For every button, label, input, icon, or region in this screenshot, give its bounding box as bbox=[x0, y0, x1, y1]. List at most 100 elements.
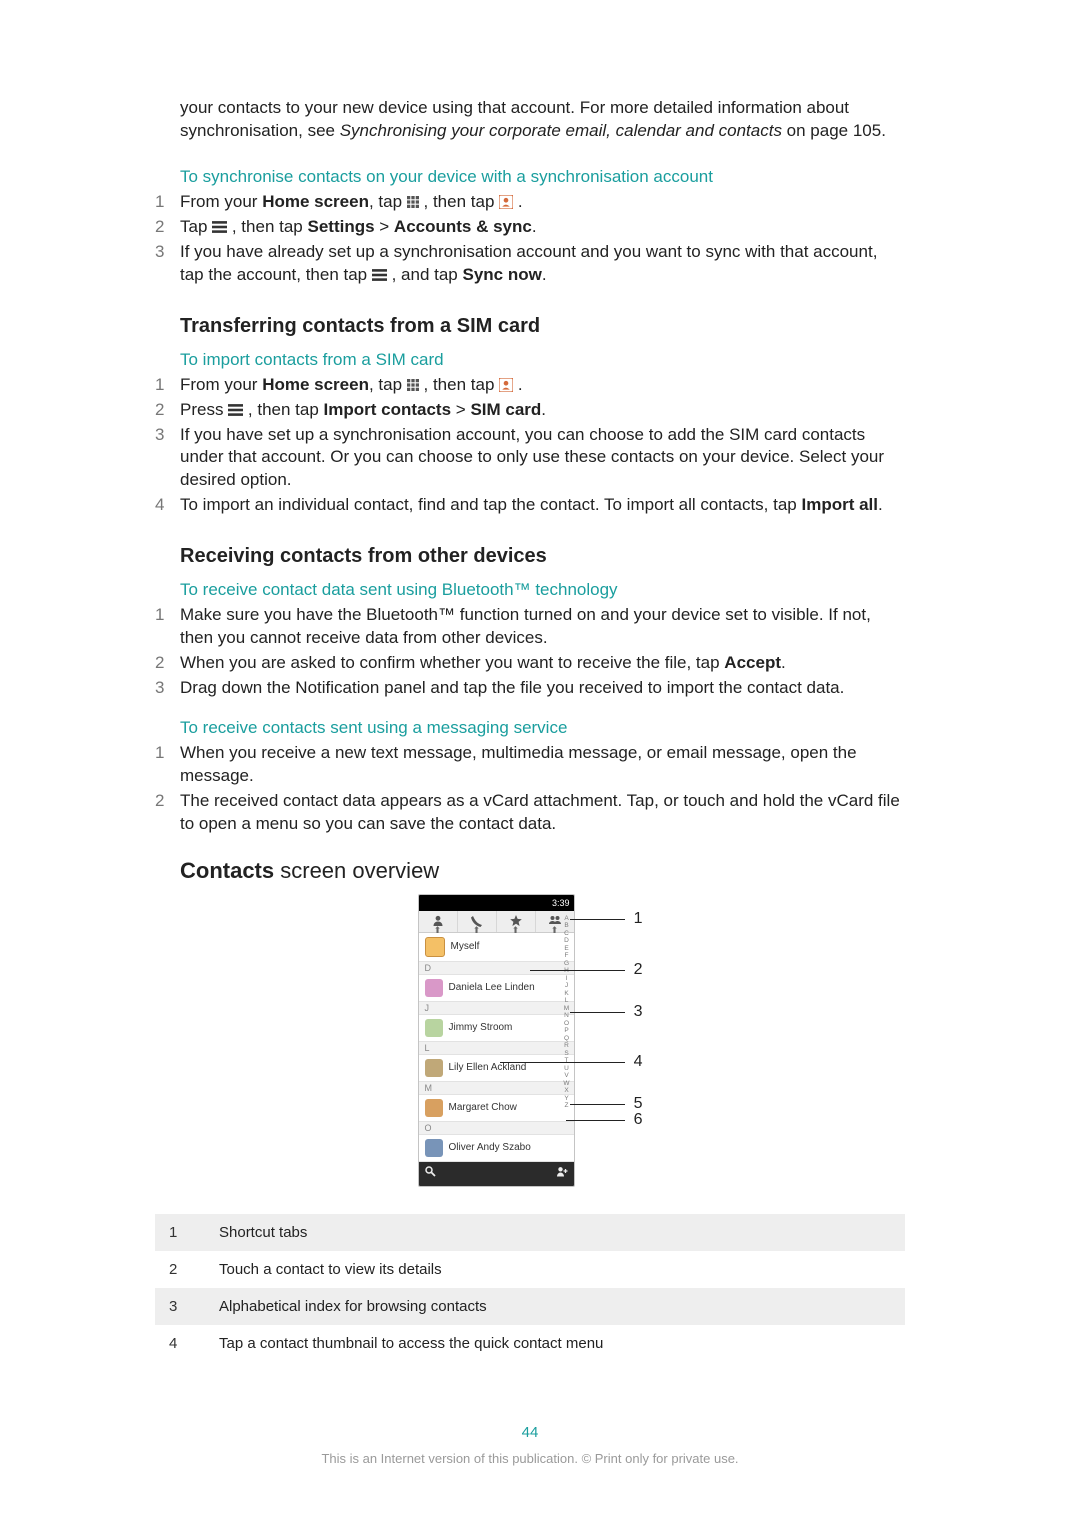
step-number: 2 bbox=[155, 399, 180, 422]
step-number: 2 bbox=[155, 652, 180, 675]
callout-line bbox=[570, 919, 625, 920]
step-number: 2 bbox=[155, 216, 180, 239]
step-item: 3If you have already set up a synchronis… bbox=[155, 241, 905, 287]
sync-subheading: To synchronise contacts on your device w… bbox=[180, 167, 905, 187]
step-number: 1 bbox=[155, 374, 180, 397]
overview-legend-table: 1Shortcut tabs2Touch a contact to view i… bbox=[155, 1214, 905, 1362]
step-number: 2 bbox=[155, 790, 180, 813]
legend-row: 3Alphabetical index for browsing contact… bbox=[155, 1288, 905, 1325]
callout-line bbox=[530, 970, 625, 971]
legend-row: 1Shortcut tabs bbox=[155, 1214, 905, 1251]
step-item: 1Make sure you have the Bluetooth™ funct… bbox=[155, 604, 905, 650]
document-page: your contacts to your new device using t… bbox=[0, 0, 1080, 1527]
phone-tab-fav[interactable]: ⬆ bbox=[497, 911, 536, 932]
phone-tab-call[interactable]: ⬆ bbox=[458, 911, 497, 932]
step-number: 1 bbox=[155, 191, 180, 214]
step-text: Make sure you have the Bluetooth™ functi… bbox=[180, 604, 905, 650]
callout-number: 4 bbox=[634, 1053, 643, 1071]
phone-contact-row[interactable]: Margaret Chow bbox=[419, 1095, 574, 1122]
step-text: From your Home screen, tap , then tap . bbox=[180, 374, 905, 397]
phone-section-letter: D bbox=[419, 962, 574, 975]
step-item: 4To import an individual contact, find a… bbox=[155, 494, 905, 517]
transfer-heading: Transferring contacts from a SIM card bbox=[180, 315, 905, 338]
step-number: 3 bbox=[155, 241, 180, 264]
footer-notice: This is an Internet version of this publ… bbox=[155, 1451, 905, 1466]
phone-bottombar bbox=[419, 1162, 574, 1186]
apps-grid-icon bbox=[407, 379, 419, 391]
status-time: 3:39 bbox=[552, 898, 570, 908]
legend-text: Tap a contact thumbnail to access the qu… bbox=[205, 1325, 905, 1362]
overview-heading-rest: screen overview bbox=[274, 858, 439, 883]
step-item: 2Press , then tap Import contacts > SIM … bbox=[155, 399, 905, 422]
contacts-icon bbox=[499, 378, 513, 392]
legend-row: 2Touch a contact to view its details bbox=[155, 1251, 905, 1288]
phone-contact-row[interactable]: Lily Ellen Ackland bbox=[419, 1055, 574, 1082]
contacts-icon bbox=[499, 195, 513, 209]
phone-contact-name: Margaret Chow bbox=[449, 1102, 517, 1113]
page-number: 44 bbox=[155, 1424, 905, 1441]
step-item: 1From your Home screen, tap , then tap . bbox=[155, 374, 905, 397]
phone-contact-row[interactable]: Daniela Lee Linden bbox=[419, 975, 574, 1002]
menu-icon bbox=[212, 221, 227, 233]
step-number: 3 bbox=[155, 677, 180, 700]
step-text: When you are asked to confirm whether yo… bbox=[180, 652, 905, 675]
sync-steps-list: 1From your Home screen, tap , then tap .… bbox=[155, 191, 905, 287]
step-text: Drag down the Notification panel and tap… bbox=[180, 677, 905, 700]
legend-row: 4Tap a contact thumbnail to access the q… bbox=[155, 1325, 905, 1362]
phone-contact-name: Lily Ellen Ackland bbox=[449, 1062, 527, 1073]
phone-tab-contact[interactable]: ⬆ bbox=[419, 911, 458, 932]
phone-section-letter: J bbox=[419, 1002, 574, 1015]
phone-tabs-row[interactable]: ⬆ ⬆ ⬆ ⬆ bbox=[419, 911, 574, 933]
avatar[interactable] bbox=[425, 979, 443, 997]
avatar[interactable] bbox=[425, 1139, 443, 1157]
phone-contact-name: Oliver Andy Szabo bbox=[449, 1142, 531, 1153]
phone-myself-label: Myself bbox=[451, 941, 480, 952]
step-item: 3Drag down the Notification panel and ta… bbox=[155, 677, 905, 700]
legend-number: 3 bbox=[155, 1288, 205, 1325]
step-text: Tap , then tap Settings > Accounts & syn… bbox=[180, 216, 905, 239]
step-text: To import an individual contact, find an… bbox=[180, 494, 905, 517]
menu-icon bbox=[372, 269, 387, 281]
callout-line bbox=[500, 1062, 625, 1063]
avatar[interactable] bbox=[425, 1099, 443, 1117]
step-number: 1 bbox=[155, 604, 180, 627]
overview-heading-bold: Contacts bbox=[180, 858, 274, 883]
callout-line bbox=[570, 1104, 625, 1105]
step-text: The received contact data appears as a v… bbox=[180, 790, 905, 836]
step-item: 2When you are asked to confirm whether y… bbox=[155, 652, 905, 675]
phone-callouts: 123456 bbox=[588, 894, 643, 1187]
overview-heading: Contacts screen overview bbox=[180, 858, 905, 884]
legend-number: 4 bbox=[155, 1325, 205, 1362]
phone-contact-name: Jimmy Stroom bbox=[449, 1022, 513, 1033]
legend-text: Alphabetical index for browsing contacts bbox=[205, 1288, 905, 1325]
step-item: 2Tap , then tap Settings > Accounts & sy… bbox=[155, 216, 905, 239]
phone-section-letter: M bbox=[419, 1082, 574, 1095]
search-icon[interactable] bbox=[425, 1166, 437, 1181]
phone-myself-row[interactable]: Myself bbox=[419, 933, 574, 962]
phone-section-letter: O bbox=[419, 1122, 574, 1135]
step-text: When you receive a new text message, mul… bbox=[180, 742, 905, 788]
avatar[interactable] bbox=[425, 1019, 443, 1037]
tab-caret-icon: ⬆ bbox=[551, 925, 559, 936]
phone-section-letter: L bbox=[419, 1042, 574, 1055]
phone-contact-row[interactable]: Jimmy Stroom bbox=[419, 1015, 574, 1042]
step-item: 1From your Home screen, tap , then tap . bbox=[155, 191, 905, 214]
step-number: 3 bbox=[155, 424, 180, 447]
legend-text: Shortcut tabs bbox=[205, 1214, 905, 1251]
legend-text: Touch a contact to view its details bbox=[205, 1251, 905, 1288]
avatar[interactable] bbox=[425, 1059, 443, 1077]
tab-caret-icon: ⬆ bbox=[473, 925, 481, 936]
legend-number: 2 bbox=[155, 1251, 205, 1288]
callout-number: 1 bbox=[634, 910, 643, 928]
tab-caret-icon: ⬆ bbox=[434, 925, 442, 936]
step-number: 4 bbox=[155, 494, 180, 517]
add-contact-icon[interactable] bbox=[556, 1166, 568, 1181]
avatar[interactable] bbox=[425, 937, 445, 957]
phone-contact-row[interactable]: Oliver Andy Szabo bbox=[419, 1135, 574, 1162]
transfer-subheading: To import contacts from a SIM card bbox=[180, 350, 905, 370]
step-item: 2The received contact data appears as a … bbox=[155, 790, 905, 836]
intro-paragraph: your contacts to your new device using t… bbox=[180, 97, 905, 143]
apps-grid-icon bbox=[407, 196, 419, 208]
callout-line bbox=[570, 1012, 625, 1013]
phone-statusbar: 3:39 bbox=[419, 895, 574, 911]
